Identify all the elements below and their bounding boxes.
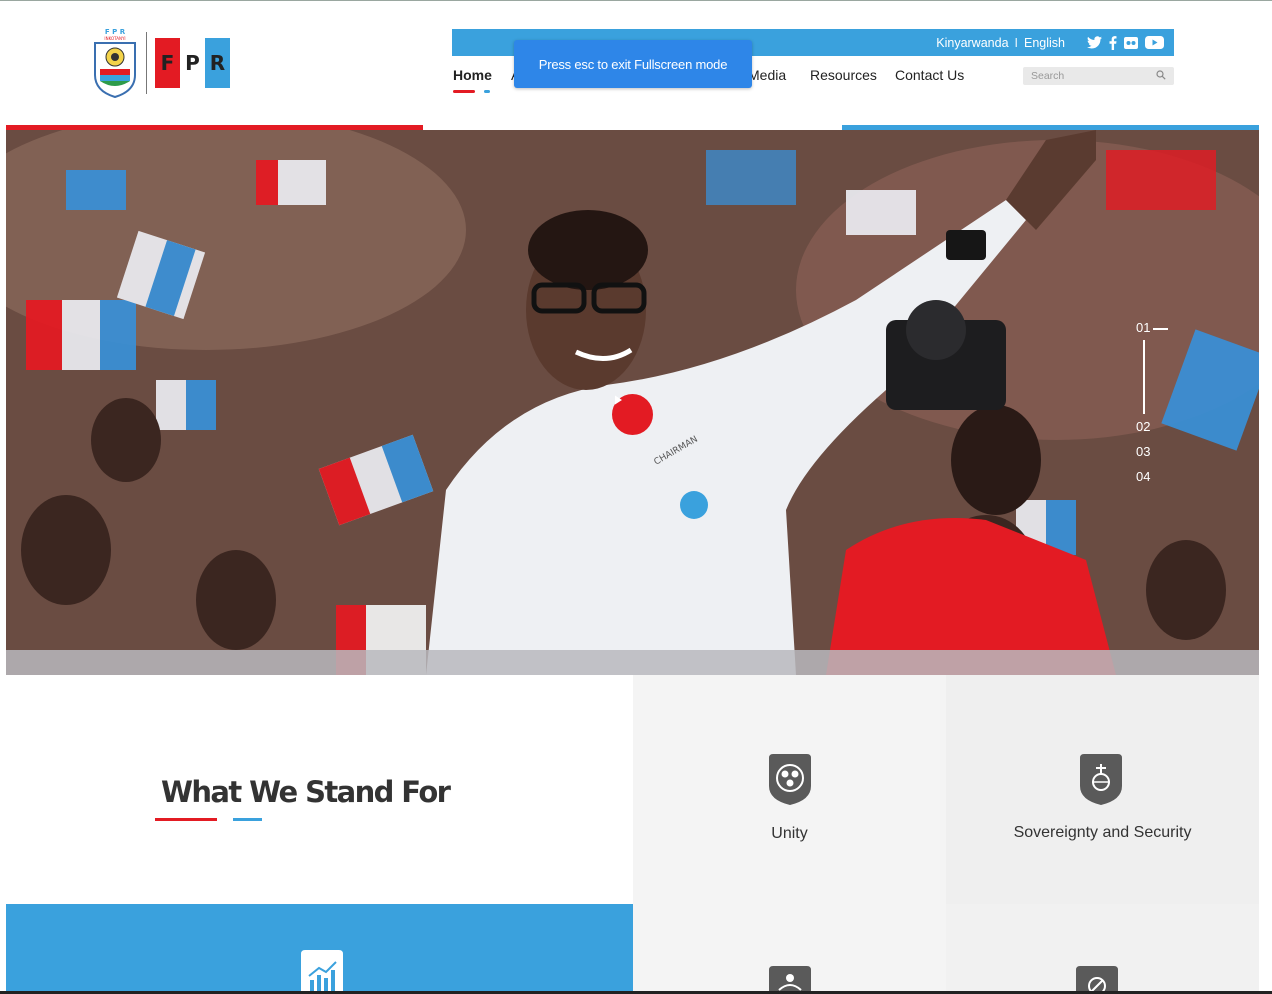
value-label-unity: Unity (771, 825, 808, 842)
section-title: What We Stand For (161, 775, 451, 809)
site-logo[interactable]: F P R INKOTANYI F P R (90, 26, 235, 100)
slide-progress-line (1143, 340, 1145, 414)
value-card-development[interactable] (6, 904, 633, 994)
search-placeholder: Search (1031, 70, 1065, 82)
value-card-sovereignty[interactable]: Sovereignty and Security (946, 675, 1259, 904)
slide-indicator: 01 02 03 04 (1136, 320, 1176, 490)
slide-number-3[interactable]: 03 (1136, 444, 1150, 459)
flickr-icon[interactable] (1124, 36, 1138, 49)
nav-active-indicator-red (453, 90, 475, 93)
search-input[interactable]: Search (1023, 67, 1174, 85)
logo-letter-r: R (205, 38, 230, 88)
unity-icon (769, 754, 811, 805)
twitter-icon[interactable] (1087, 36, 1102, 49)
nav-active-indicator-blue (484, 90, 490, 93)
language-switcher: Kinyarwanda I English (936, 36, 1065, 50)
sovereignty-icon (1080, 754, 1122, 805)
title-underline-red (155, 818, 217, 821)
search-icon[interactable] (1156, 69, 1166, 83)
slide-number-2[interactable]: 02 (1136, 419, 1150, 434)
lang-kinyarwanda[interactable]: Kinyarwanda (936, 36, 1008, 50)
lang-english[interactable]: English (1024, 36, 1065, 50)
party-emblem-icon: F P R INKOTANYI (90, 27, 140, 99)
nav-media[interactable]: Media (748, 67, 786, 83)
value-card-people[interactable] (633, 904, 946, 994)
svg-text:INKOTANYI: INKOTANYI (104, 36, 125, 41)
hero-slider[interactable]: CHAIRMAN 01 02 03 04 (6, 130, 1259, 675)
slide-number-4[interactable]: 04 (1136, 469, 1150, 484)
social-links (1087, 35, 1164, 50)
facebook-icon[interactable] (1109, 35, 1117, 50)
play-video-button[interactable] (612, 394, 653, 435)
svg-text:F P R: F P R (105, 28, 126, 36)
value-card-integrity[interactable] (946, 904, 1259, 994)
value-label-sovereignty: Sovereignty and Security (1013, 824, 1192, 841)
logo-divider (146, 32, 147, 94)
fullscreen-toast: Press esc to exit Fullscreen mode (514, 40, 752, 88)
lang-separator: I (1014, 35, 1018, 50)
nav-contact[interactable]: Contact Us (895, 67, 964, 83)
youtube-icon[interactable] (1145, 36, 1164, 49)
logo-letter-f: F (155, 38, 180, 88)
growth-chart-icon (301, 950, 343, 994)
slide-active-dash (1153, 328, 1168, 330)
title-underline-blue (233, 818, 262, 821)
nav-home[interactable]: Home (453, 67, 492, 83)
logo-letter-p: P (180, 38, 205, 88)
value-card-unity[interactable]: Unity (633, 675, 946, 904)
no-corruption-icon (1076, 966, 1118, 994)
people-icon (769, 966, 811, 994)
toast-text: Press esc to exit Fullscreen mode (538, 56, 728, 72)
slide-number-1[interactable]: 01 (1136, 320, 1150, 335)
fpr-wordmark: F P R (155, 38, 230, 88)
nav-resources[interactable]: Resources (810, 67, 877, 83)
top-rule (0, 0, 1272, 1)
